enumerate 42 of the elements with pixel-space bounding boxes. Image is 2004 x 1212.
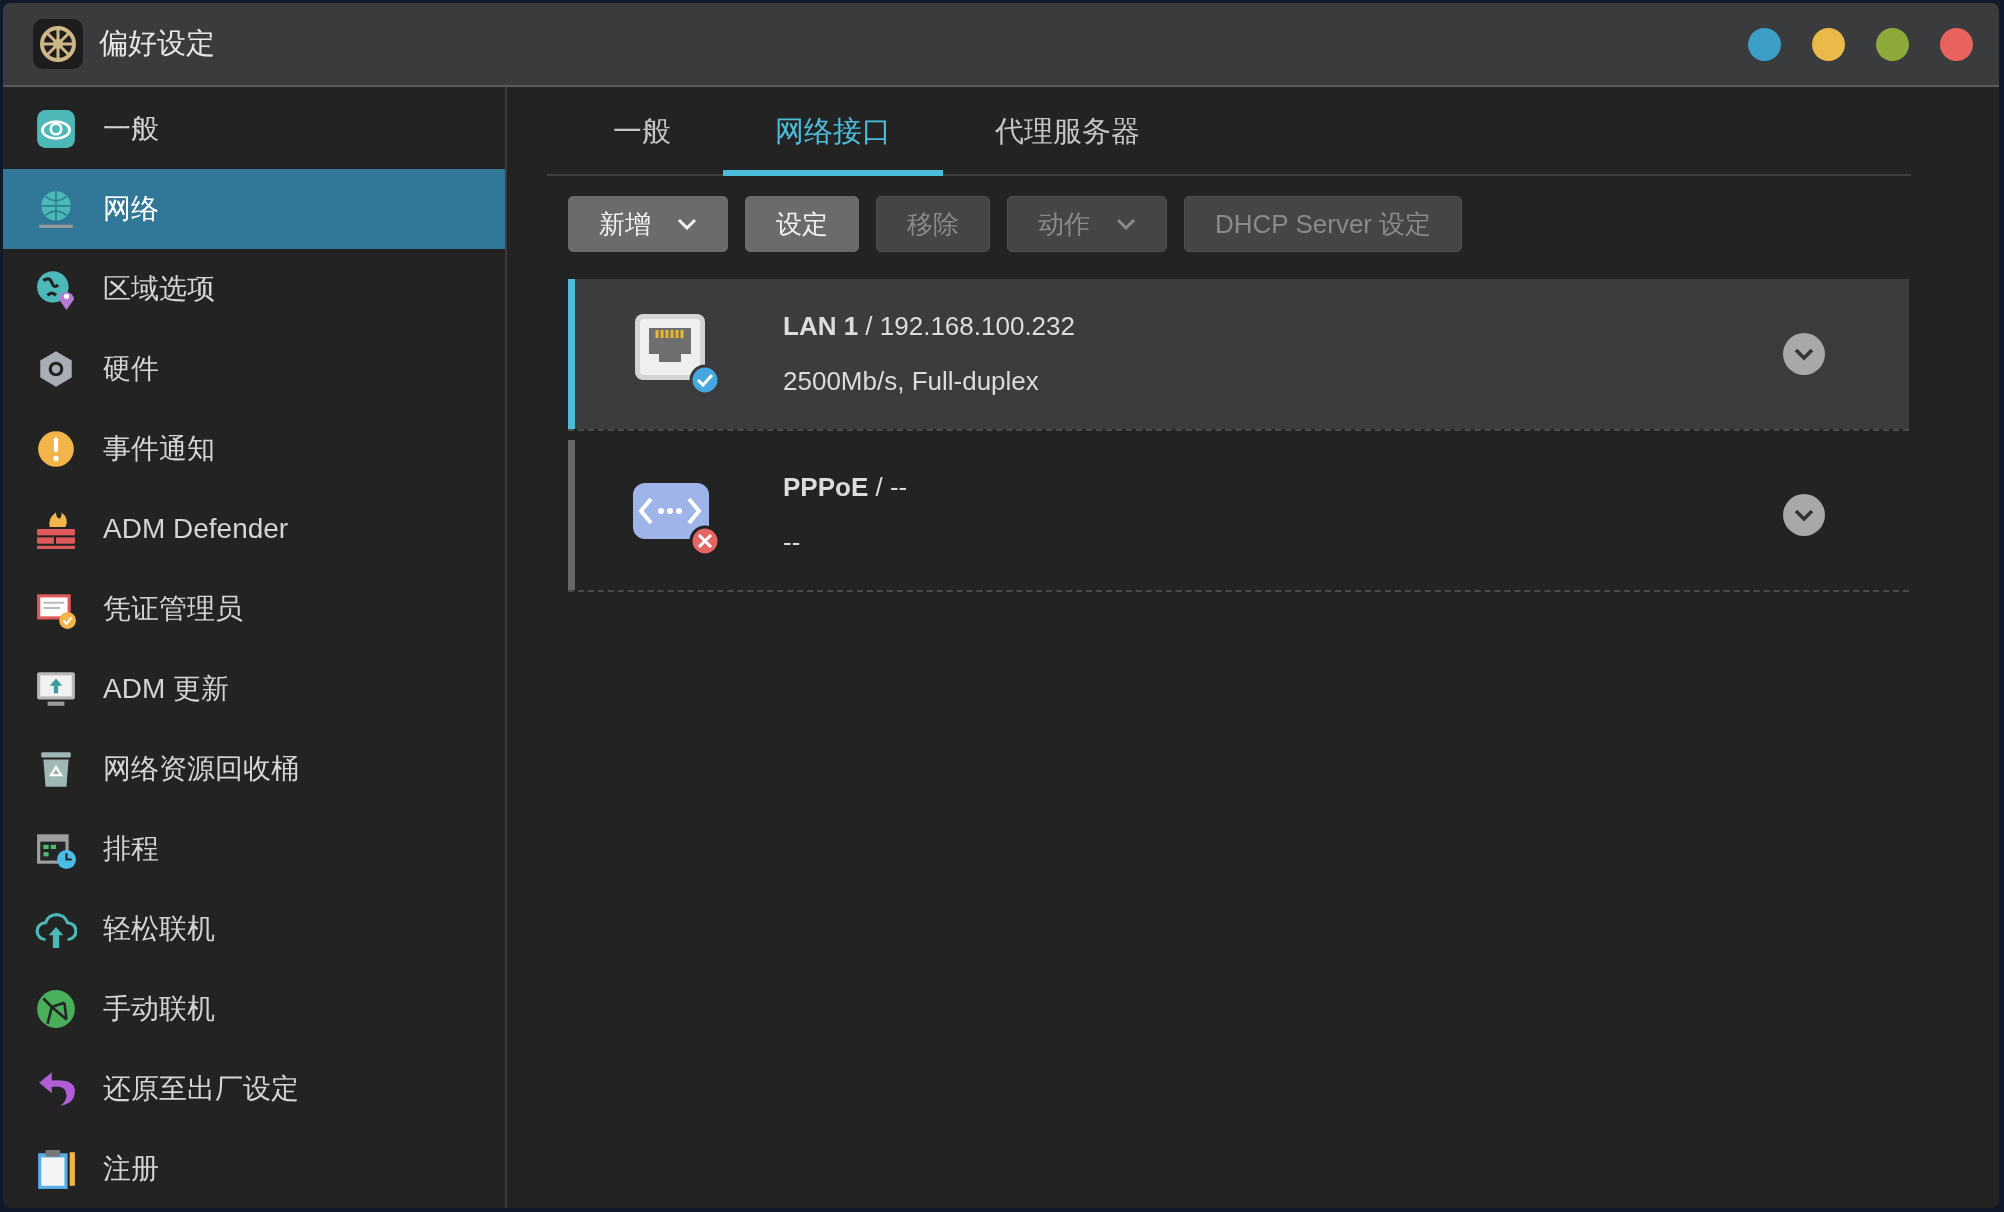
expand-button[interactable] xyxy=(1783,333,1825,375)
tab[interactable]: 一般 xyxy=(561,87,723,176)
caret-icon xyxy=(1116,218,1136,230)
window-control-button[interactable] xyxy=(1748,27,1781,61)
sidebar-item-icon xyxy=(35,108,77,150)
caret-icon xyxy=(677,218,697,230)
chevron-down-icon xyxy=(1793,347,1815,361)
interface-card[interactable]: PPPoE / -- -- xyxy=(568,440,1909,590)
sidebar-item-icon xyxy=(35,268,77,310)
tab[interactable]: 代理服务器 xyxy=(943,87,1192,176)
window-control-button[interactable] xyxy=(1812,27,1845,61)
sidebar-item[interactable]: ADM Defender xyxy=(3,489,505,569)
sidebar-item[interactable]: 排程 xyxy=(3,809,505,889)
app-icon xyxy=(33,19,83,69)
window-title: 偏好设定 xyxy=(99,26,215,61)
sidebar-item[interactable]: 还原至出厂设定 xyxy=(3,1049,505,1129)
sidebar-item[interactable]: 区域选项 xyxy=(3,249,505,329)
interface-title: PPPoE / -- xyxy=(783,472,909,503)
sidebar-item[interactable]: 事件通知 xyxy=(3,409,505,489)
dropdown-button[interactable]: 新增 xyxy=(568,196,728,252)
sidebar-item-icon xyxy=(35,1148,77,1190)
expand-button[interactable] xyxy=(1783,494,1825,536)
window-control-button[interactable] xyxy=(1876,27,1909,61)
sidebar-item[interactable]: 手动联机 xyxy=(3,969,505,1049)
sidebar-item[interactable]: ADM 更新 xyxy=(3,649,505,729)
sidebar-item-icon xyxy=(35,988,77,1030)
sidebar-item[interactable]: 轻松联机 xyxy=(3,889,505,969)
interface-title: LAN 1 / 192.168.100.232 xyxy=(783,311,1076,342)
interface-detail: -- xyxy=(783,527,802,558)
tab[interactable]: 网络接口 xyxy=(723,87,943,176)
sidebar-item[interactable]: 网络资源回收桶 xyxy=(3,729,505,809)
sidebar-item[interactable]: 凭证管理员 xyxy=(3,569,505,649)
interface-detail: 2500Mb/s, Full-duplex xyxy=(783,366,1040,397)
toolbar-button[interactable]: 设定 xyxy=(745,196,859,252)
sidebar-item-icon xyxy=(35,428,77,470)
sidebar-item[interactable]: 硬件 xyxy=(3,329,505,409)
sidebar-item[interactable]: 一般 xyxy=(3,89,505,169)
chevron-down-icon xyxy=(1793,508,1815,522)
interface-card[interactable]: LAN 1 / 192.168.100.232 2500Mb/s, Full-duplex xyxy=(568,279,1909,429)
window-control-button[interactable] xyxy=(1940,27,1973,61)
sidebar-item[interactable]: 网络 xyxy=(3,169,505,249)
sidebar-item[interactable]: 注册 xyxy=(3,1129,505,1208)
